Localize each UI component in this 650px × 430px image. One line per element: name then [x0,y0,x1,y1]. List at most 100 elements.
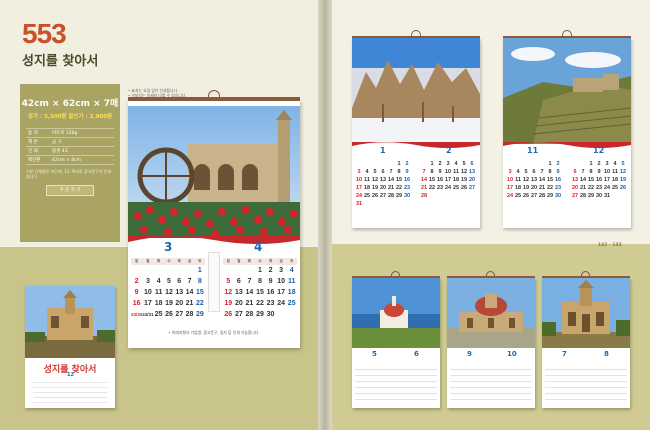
day-cell: 8 [548,169,552,175]
day-cell: 23 [403,185,411,191]
day-cell: 16 [403,177,411,183]
day-cell: 26 [224,311,233,318]
product-title: 성지를 찾아서 [22,54,99,69]
day-cell: 26 [460,185,468,191]
photo-basilica [542,278,630,348]
day-cell: 17 [506,185,514,191]
calendar-jan-feb: 1 2 1 2 3 4 5 6 7 8 9 10 11 12 13 14 15 16 17 18 19 20 21 22 2… [352,30,480,228]
day-cell [154,265,164,276]
day-cell: 23/30 [131,312,143,317]
day-cell: 13 [530,177,538,183]
spec-panel: 42cm × 62cm × 7매 정가 : 5,500원 할인가 : 2,900… [20,84,120,242]
day-cell: 24 [603,185,611,191]
month-left: 3 [164,240,173,254]
spec-value: 아트지 120g [52,131,78,136]
day-cell: 13 [571,177,579,183]
day-cell: 28 [245,311,254,318]
day-cell: 7 [187,278,192,285]
day-cell: 5 [373,169,377,175]
day-cell: 19 [371,185,379,191]
day-cell: 12 [619,169,627,175]
day-cell: 8 [258,278,262,285]
spec-table: 용 지 아트지 120g 제 본 금 구 인 쇄 옵셋 4도 메인판 42cm × 8c… [26,128,114,165]
day-cell: 17 [277,289,286,296]
day-cell: 16 [132,300,141,307]
spec-value: 42cm × 8cm [52,157,81,163]
day-cell: 5 [621,161,625,167]
day-cell: 5 [226,278,231,285]
photo-wave [352,142,480,148]
day-cell: 13 [234,289,243,296]
catalog-spread: 5 5 3 성지를 찾아서 42cm × 62cm × 7매 정가 : 5,500원… [0,0,650,430]
day-cell: 24 [506,193,514,199]
order-button[interactable]: 주 문 하 기 [46,185,94,196]
day-cell: 18 [452,177,460,183]
weekday-header: 목 [174,258,185,265]
day-cell: 25 [287,300,296,307]
day-cell: 26 [165,311,173,318]
day-cell: 4 [289,267,294,274]
day-cell: 12 [460,169,468,175]
day-cell: 20 [175,300,184,307]
day-cell: 7 [389,169,393,175]
photo-hillside-ruins [503,38,631,144]
day-cell: 6 [532,169,536,175]
day-cell [223,265,234,276]
small-calendar-grid [450,364,532,404]
day-cell: 28 [538,193,546,199]
day-cell: 3 [279,267,284,274]
day-cell: 13 [468,169,476,175]
memo-box [208,252,220,312]
day-cell: 18 [287,289,296,296]
day-cell: 11 [364,177,370,183]
spec-key: 제 본 [28,140,38,145]
day-cell: 7 [247,278,252,285]
mini-grid-right: 1 2 3 4 5 6 7 8 9 10 11 12 13 14 15 16 17 18 19 20 21 22 23 24 2… [571,160,627,200]
day-cell: 16 [266,289,275,296]
day-cell: 9 [268,278,273,285]
weekday-header: 토 [194,258,205,265]
day-cell: 24 [444,185,452,191]
day-cell: 23 [266,300,275,307]
day-cell: 6 [470,161,474,167]
mini-grid-right: 1 2 3 4 5 6 7 8 9 10 11 12 13 14 15 16 17 18 19 20 21 22 23 24 2… [420,160,476,200]
day-cell [174,265,184,276]
day-cell: 23 [436,185,444,191]
day-cell: 12 [165,289,173,296]
weekday-header: 월 [142,258,154,265]
day-cell: 27 [175,311,184,318]
day-cell: 1 [397,161,401,167]
day-cell: 27 [379,193,387,199]
day-cell: 6 [573,169,577,175]
day-cell: 24/31 [142,312,154,317]
day-cell: 29 [546,193,554,199]
weekday-header: 화 [153,258,164,265]
day-cell: 8 [589,169,593,175]
day-cell: 3 [605,161,609,167]
day-cell: 31 [603,193,611,199]
month-right: 4 [254,240,263,254]
day-cell: 4 [365,169,369,175]
day-cell: 25 [154,311,163,318]
day-cell: 27 [234,311,243,318]
month-grid-left: 일 월 화 수 목 금 토 1 2 3 4 5 6 7 8 9 10 11 12 13 14 15 16 17 18 19 20 21… [131,258,205,320]
day-cell [506,160,514,168]
small-month-left: 9 [467,350,472,358]
day-cell: 22 [546,185,554,191]
spec-key: 인 쇄 [28,149,38,154]
small-month-left: 7 [562,350,567,358]
spec-key: 용 지 [28,131,38,136]
mini-month-left: 1 [380,146,386,155]
day-cell: 10 [277,278,286,285]
day-cell: 6 [381,169,385,175]
day-cell [184,265,194,276]
day-cell: 21 [387,185,395,191]
day-cell: 12 [522,177,530,183]
day-cell: 1 [548,161,552,167]
small-calendar-grid [545,364,627,404]
mini-month-left: 11 [527,146,539,155]
day-cell: 5 [167,278,171,285]
day-cell: 7 [581,169,585,175]
day-cell [355,160,363,168]
day-cell: 25 [452,185,460,191]
